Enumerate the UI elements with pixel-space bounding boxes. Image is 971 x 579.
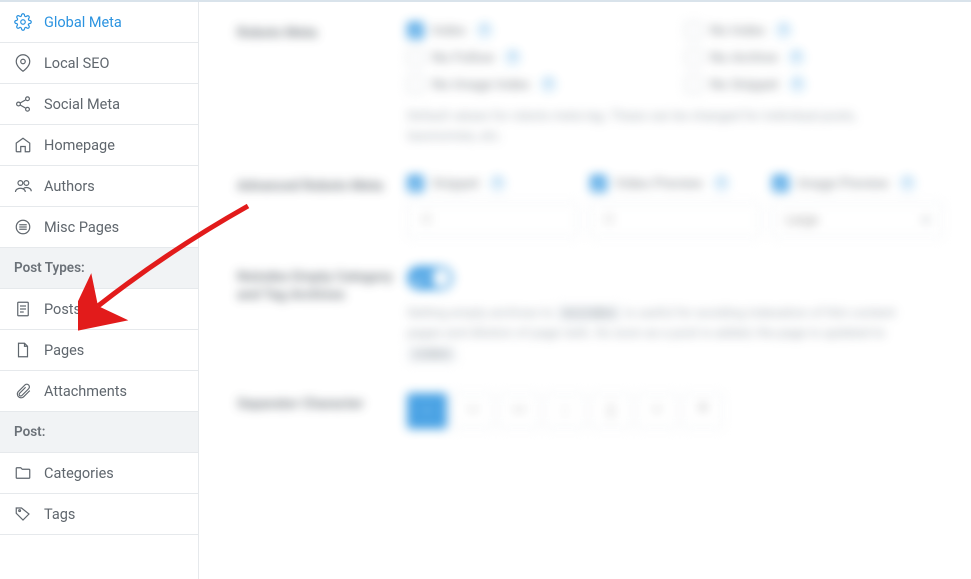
sidebar-item-label: Pages xyxy=(44,342,84,359)
sidebar-section-post-types: Post Types: xyxy=(0,248,198,289)
paperclip-icon xyxy=(14,380,36,402)
checkbox-icon xyxy=(407,76,424,93)
robots-meta-field: Robots Meta Index ? No Index ? xyxy=(237,22,943,147)
sidebar-item-global-meta[interactable]: Global Meta xyxy=(0,2,198,43)
toggle-switch[interactable] xyxy=(407,266,453,290)
document-icon xyxy=(14,298,36,320)
sidebar-item-label: Social Meta xyxy=(44,96,120,113)
chevron-down-icon xyxy=(922,218,930,223)
pin-icon xyxy=(14,52,36,74)
video-preview-input[interactable]: -1 xyxy=(590,202,761,238)
separator-option[interactable]: * xyxy=(683,393,723,429)
sidebar-item-label: Misc Pages xyxy=(44,219,119,236)
sidebar-item-label: Posts xyxy=(44,301,81,318)
help-icon[interactable]: ? xyxy=(478,24,491,37)
advanced-robots-field: Advanced Robots Meta Snippet ? -1 xyxy=(237,175,943,238)
sidebar-item-label: Tags xyxy=(44,506,75,523)
separator-option[interactable]: : xyxy=(545,393,585,429)
sidebar: Global Meta Local SEO Social Meta Homepa… xyxy=(0,2,199,579)
robots-option-noindex[interactable]: No Index ? xyxy=(685,22,943,39)
sidebar-item-authors[interactable]: Authors xyxy=(0,166,198,207)
field-label: Robots Meta xyxy=(237,22,407,147)
help-icon[interactable]: ? xyxy=(791,78,804,91)
checkbox-checked-icon xyxy=(407,22,424,39)
tag-icon xyxy=(14,503,36,525)
folder-icon xyxy=(14,462,36,484)
gear-icon xyxy=(14,11,36,33)
sidebar-item-local-seo[interactable]: Local SEO xyxy=(0,43,198,84)
field-description: Setting empty archives to noindex is use… xyxy=(407,304,927,364)
separator-option[interactable]: - xyxy=(407,393,447,429)
help-icon[interactable]: ? xyxy=(506,51,519,64)
checkbox-checked-icon[interactable] xyxy=(772,175,789,192)
checkbox-icon xyxy=(685,49,702,66)
sidebar-item-tags[interactable]: Tags xyxy=(0,494,198,535)
sidebar-item-categories[interactable]: Categories xyxy=(0,453,198,494)
robots-option-nosnippet[interactable]: No Snippet ? xyxy=(685,76,943,93)
field-label: Separator Character xyxy=(237,393,407,429)
field-description: Default values for robots meta tag. Thes… xyxy=(407,107,927,147)
list-icon xyxy=(14,216,36,238)
separator-option[interactable]: — xyxy=(499,393,539,429)
sidebar-item-posts[interactable]: Posts xyxy=(0,289,198,330)
noindex-empty-field: Noindex Empty Category and Tag Archives … xyxy=(237,266,943,364)
separator-field: Separator Character - – — : | • * xyxy=(237,393,943,429)
sidebar-item-attachments[interactable]: Attachments xyxy=(0,371,198,412)
sidebar-item-homepage[interactable]: Homepage xyxy=(0,125,198,166)
share-icon xyxy=(14,93,36,115)
help-icon[interactable]: ? xyxy=(491,177,504,190)
page-icon xyxy=(14,339,36,361)
separator-option[interactable]: – xyxy=(453,393,493,429)
sidebar-section-post: Post: xyxy=(0,412,198,453)
field-label: Noindex Empty Category and Tag Archives xyxy=(237,266,407,364)
help-icon[interactable]: ? xyxy=(790,51,803,64)
robots-option-noarchive[interactable]: No Archive ? xyxy=(685,49,943,66)
separator-option[interactable]: | xyxy=(591,393,631,429)
home-icon xyxy=(14,134,36,156)
robots-option-nofollow[interactable]: No Follow ? xyxy=(407,49,665,66)
sidebar-item-label: Global Meta xyxy=(44,14,122,31)
checkbox-checked-icon[interactable] xyxy=(590,175,607,192)
sidebar-item-label: Attachments xyxy=(44,383,127,400)
robots-option-noimageindex[interactable]: No Image Index ? xyxy=(407,76,665,93)
snippet-input[interactable]: -1 xyxy=(407,202,578,238)
checkbox-checked-icon[interactable] xyxy=(407,175,424,192)
image-preview-select[interactable]: Large xyxy=(772,202,943,238)
checkbox-icon xyxy=(685,76,702,93)
sidebar-item-label: Authors xyxy=(44,178,95,195)
sidebar-item-pages[interactable]: Pages xyxy=(0,330,198,371)
field-label: Advanced Robots Meta xyxy=(237,175,407,238)
help-icon[interactable]: ? xyxy=(715,177,728,190)
help-icon[interactable]: ? xyxy=(777,24,790,37)
main-content: Robots Meta Index ? No Index ? xyxy=(199,2,971,579)
sidebar-item-label: Categories xyxy=(44,465,114,482)
sidebar-item-social-meta[interactable]: Social Meta xyxy=(0,84,198,125)
help-icon[interactable]: ? xyxy=(901,177,914,190)
users-icon xyxy=(14,175,36,197)
sidebar-item-label: Local SEO xyxy=(44,55,110,72)
separator-option[interactable]: • xyxy=(637,393,677,429)
sidebar-item-misc-pages[interactable]: Misc Pages xyxy=(0,207,198,248)
help-icon[interactable]: ? xyxy=(542,78,555,91)
robots-option-index[interactable]: Index ? xyxy=(407,22,665,39)
checkbox-icon xyxy=(685,22,702,39)
sidebar-item-label: Homepage xyxy=(44,137,115,154)
checkbox-icon xyxy=(407,49,424,66)
